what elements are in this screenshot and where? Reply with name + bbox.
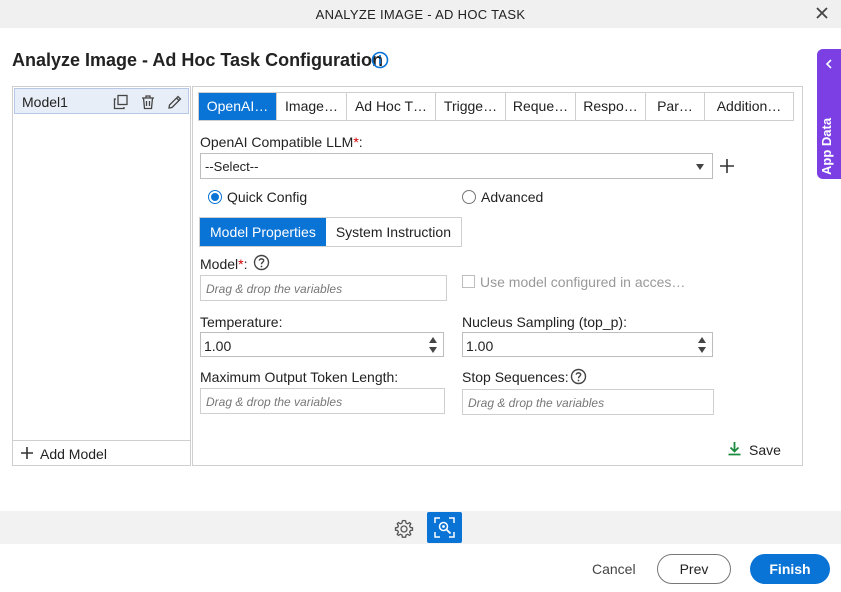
top-p-label: Nucleus Sampling (top_p):: [462, 314, 627, 330]
app-data-panel-toggle[interactable]: App Data: [817, 49, 841, 179]
tab-image[interactable]: Image…: [277, 93, 347, 120]
llm-label: OpenAI Compatible LLM*:: [200, 134, 363, 150]
use-model-checkbox[interactable]: [462, 275, 475, 288]
max-tokens-label: Maximum Output Token Length:: [200, 369, 399, 385]
tab-response[interactable]: Respo…: [576, 93, 646, 120]
quick-config-radio[interactable]: [208, 190, 222, 204]
advanced-label: Advanced: [481, 189, 544, 205]
tab-parameters[interactable]: Par…: [646, 93, 705, 120]
top-p-input[interactable]: 1.00: [462, 332, 713, 357]
advanced-radio[interactable]: [462, 190, 476, 204]
image-analyze-icon: [434, 517, 455, 538]
edit-icon[interactable]: [167, 94, 183, 110]
model-list-panel: Model1 Add Model: [12, 86, 191, 466]
spinner-arrows-icon[interactable]: [429, 336, 437, 354]
temperature-input[interactable]: 1.00: [200, 332, 444, 357]
analyze-image-button[interactable]: [427, 512, 462, 543]
copy-icon[interactable]: [113, 94, 129, 110]
model-name: Model1: [22, 94, 68, 110]
model-input[interactable]: Drag & drop the variables: [200, 275, 447, 301]
app-data-label: App Data: [819, 117, 834, 175]
help-icon[interactable]: [570, 368, 587, 385]
spinner-arrows-icon[interactable]: [698, 336, 706, 354]
stop-sequences-label: Stop Sequences:: [462, 369, 569, 385]
add-model-label: Add Model: [40, 446, 107, 462]
temperature-label: Temperature:: [200, 314, 283, 330]
add-model-button[interactable]: Add Model: [13, 440, 190, 465]
help-icon[interactable]: [253, 254, 270, 271]
plus-icon: [21, 447, 33, 459]
stop-sequences-input[interactable]: Drag & drop the variables: [462, 389, 714, 415]
page-title: Analyze Image - Ad Hoc Task Configuratio…: [12, 50, 384, 70]
cancel-button[interactable]: Cancel: [592, 561, 636, 577]
tab-trigger[interactable]: Trigge…: [436, 93, 506, 120]
model-field-label: Model*:: [200, 256, 248, 272]
tab-request[interactable]: Reque…: [506, 93, 576, 120]
config-tabs: OpenAI… Image… Ad Hoc T… Trigge… Reque… …: [198, 92, 794, 121]
finish-button[interactable]: Finish: [750, 554, 830, 584]
model-subtabs: Model Properties System Instruction: [199, 217, 462, 247]
chevron-left-icon: [825, 59, 832, 69]
info-icon[interactable]: [371, 51, 389, 69]
close-icon[interactable]: [813, 4, 831, 22]
subtab-model-properties[interactable]: Model Properties: [200, 218, 326, 246]
tab-ad-hoc-task[interactable]: Ad Hoc T…: [347, 93, 436, 120]
add-llm-plus-icon[interactable]: [719, 158, 735, 174]
subtab-system-instruction[interactable]: System Instruction: [326, 218, 461, 246]
tab-additional[interactable]: Addition…: [705, 93, 793, 120]
delete-icon[interactable]: [140, 94, 156, 110]
download-save-icon: [728, 442, 741, 456]
quick-config-label: Quick Config: [227, 189, 308, 205]
configuration-panel: OpenAI… Image… Ad Hoc T… Trigge… Reque… …: [192, 86, 803, 466]
window-title: ANALYZE IMAGE - AD HOC TASK: [315, 7, 526, 22]
use-model-checkbox-label: Use model configured in acces…: [480, 274, 686, 290]
llm-select[interactable]: --Select--: [200, 153, 713, 179]
model-list-item[interactable]: Model1: [14, 88, 189, 114]
caret-down-icon: [696, 164, 704, 170]
tab-openai[interactable]: OpenAI…: [199, 93, 277, 120]
save-label: Save: [749, 442, 781, 458]
max-tokens-input[interactable]: Drag & drop the variables: [200, 388, 445, 414]
bottom-toolbar: [0, 511, 841, 544]
prev-button[interactable]: Prev: [657, 554, 731, 584]
llm-selected-value: --Select--: [205, 159, 259, 174]
gear-icon[interactable]: [394, 519, 414, 539]
window-titlebar: ANALYZE IMAGE - AD HOC TASK: [0, 0, 841, 28]
